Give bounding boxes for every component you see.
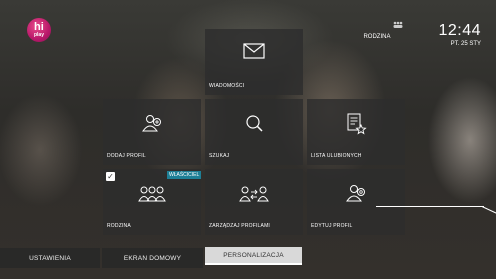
tile-label: SZUKAJ [209, 153, 230, 159]
tab-home-screen[interactable]: EKRAN DOMOWY [102, 248, 203, 268]
tile-label: ZARZĄDZAJ PROFILAMI [209, 223, 271, 229]
tile-manage-profiles[interactable]: ZARZĄDZAJ PROFILAMI [205, 169, 303, 235]
tile-favorites[interactable]: LISTA ULUBIONYCH [307, 99, 405, 165]
edit-profile-icon [345, 183, 367, 208]
tab-settings[interactable]: USTAWIENIA [0, 248, 100, 268]
tile-label: DODAJ PROFIL [107, 153, 146, 159]
envelope-icon [243, 43, 265, 64]
tab-personalization[interactable]: PERSONALIZACJA [205, 247, 302, 263]
owner-badge: WŁAŚCICIEL [167, 171, 202, 179]
manage-profiles-icon [239, 185, 269, 208]
tile-search[interactable]: SZUKAJ [205, 99, 303, 165]
callout-line [376, 206, 484, 207]
profile-group-icon [378, 21, 418, 32]
tile-messages[interactable]: WIADOMOŚCI [205, 29, 303, 95]
tile-label: RODZINA [107, 223, 131, 229]
tile-label: WIADOMOŚCI [209, 83, 245, 89]
app-logo: hi play [27, 18, 51, 42]
current-profile-name: RODZINA [363, 34, 391, 40]
active-tab-indicator [205, 263, 302, 265]
tile-label: LISTA ULUBIONYCH [311, 153, 362, 159]
add-profile-icon [141, 113, 163, 138]
tile-add-profile[interactable]: DODAJ PROFIL [103, 99, 201, 165]
search-icon [244, 113, 264, 138]
family-icon [138, 185, 166, 208]
clock-date: PT. 25 STY [450, 41, 481, 47]
tile-label: EDYTUJ PROFIL [311, 223, 353, 229]
clock-time: 12:44 [438, 22, 481, 39]
bottom-tab-bar: USTAWIENIA EKRAN DOMOWY PERSONALIZACJA [0, 247, 496, 271]
status-area: RODZINA 12:44 PT. 25 STY [363, 21, 481, 47]
favorites-list-icon [345, 113, 367, 140]
owner-checkbox[interactable]: ✓ [106, 172, 115, 181]
tile-edit-profile[interactable]: EDYTUJ PROFIL [307, 169, 405, 235]
logo-sub: play [33, 32, 44, 38]
